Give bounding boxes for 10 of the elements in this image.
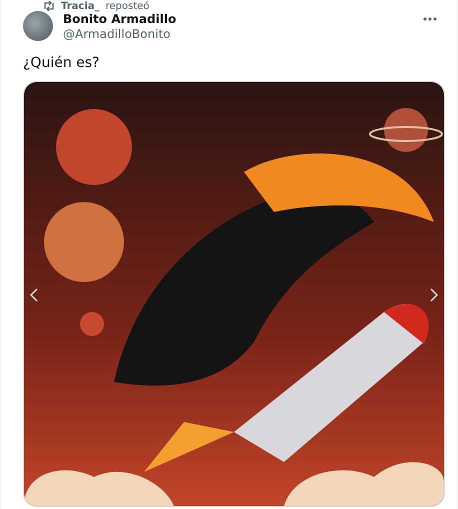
display-name[interactable]: Bonito Armadillo bbox=[63, 12, 413, 26]
next-icon[interactable] bbox=[430, 288, 438, 302]
user-handle[interactable]: @ArmadilloBonito bbox=[63, 27, 413, 41]
repost-label: reposteó bbox=[106, 0, 150, 12]
tweet-text: ¿Quién es? bbox=[23, 55, 100, 71]
previous-icon[interactable] bbox=[30, 288, 38, 302]
more-icon[interactable] bbox=[423, 17, 437, 21]
repost-user[interactable]: Tracia_ bbox=[61, 0, 100, 12]
avatar[interactable] bbox=[23, 11, 53, 41]
repost-icon bbox=[43, 1, 55, 11]
